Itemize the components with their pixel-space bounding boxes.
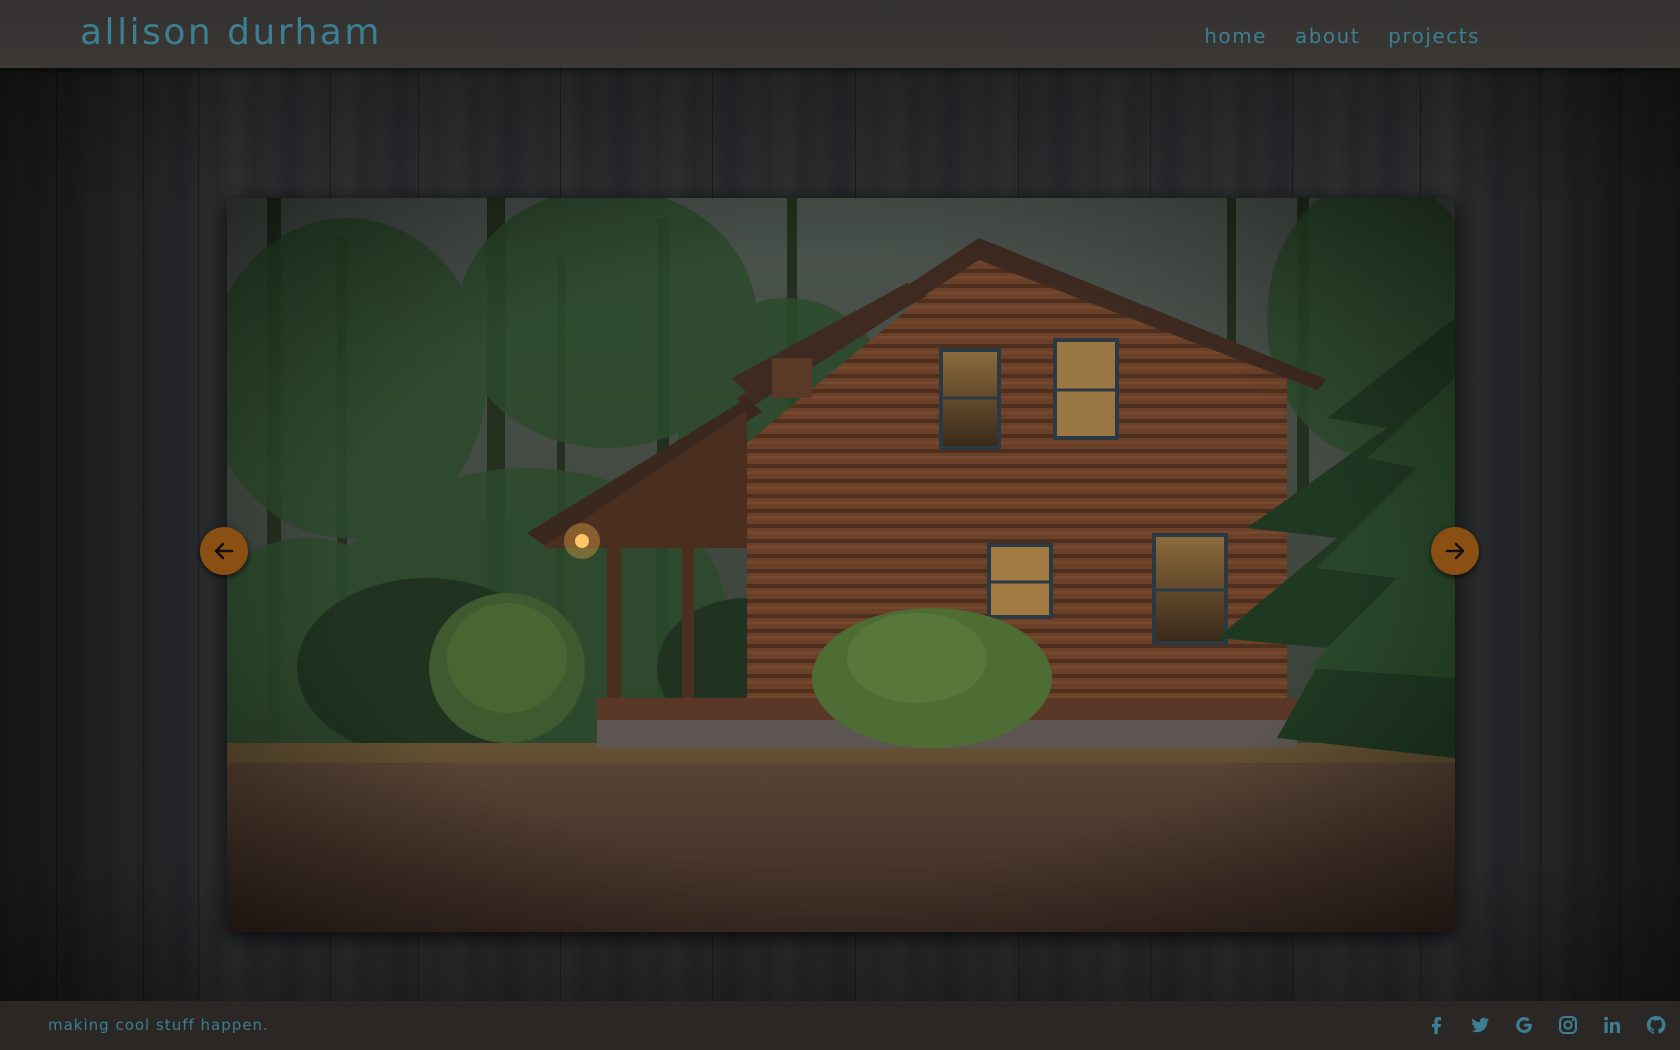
- slider-prev-button[interactable]: [200, 527, 248, 575]
- instagram-icon[interactable]: [1556, 1013, 1580, 1037]
- nav-link-about[interactable]: about: [1295, 24, 1360, 48]
- twitter-icon[interactable]: [1468, 1013, 1492, 1037]
- nav-link-home[interactable]: home: [1204, 24, 1267, 48]
- nav-link-projects[interactable]: projects: [1388, 24, 1480, 48]
- arrow-right-icon: [1445, 542, 1465, 560]
- arrow-left-icon: [214, 542, 234, 560]
- google-icon[interactable]: [1512, 1013, 1536, 1037]
- main-nav: home about projects: [1204, 24, 1480, 48]
- slider-next-button[interactable]: [1431, 527, 1479, 575]
- footer-tagline: making cool stuff happen.: [48, 1016, 269, 1034]
- linkedin-icon[interactable]: [1600, 1013, 1624, 1037]
- facebook-icon[interactable]: [1424, 1013, 1448, 1037]
- site-header: allison durham home about projects: [0, 0, 1680, 68]
- site-footer: making cool stuff happen.: [0, 1001, 1680, 1050]
- github-icon[interactable]: [1644, 1013, 1668, 1037]
- slide-image-cabin: [227, 198, 1455, 932]
- site-title[interactable]: allison durham: [80, 12, 382, 53]
- social-links: [1424, 1013, 1668, 1037]
